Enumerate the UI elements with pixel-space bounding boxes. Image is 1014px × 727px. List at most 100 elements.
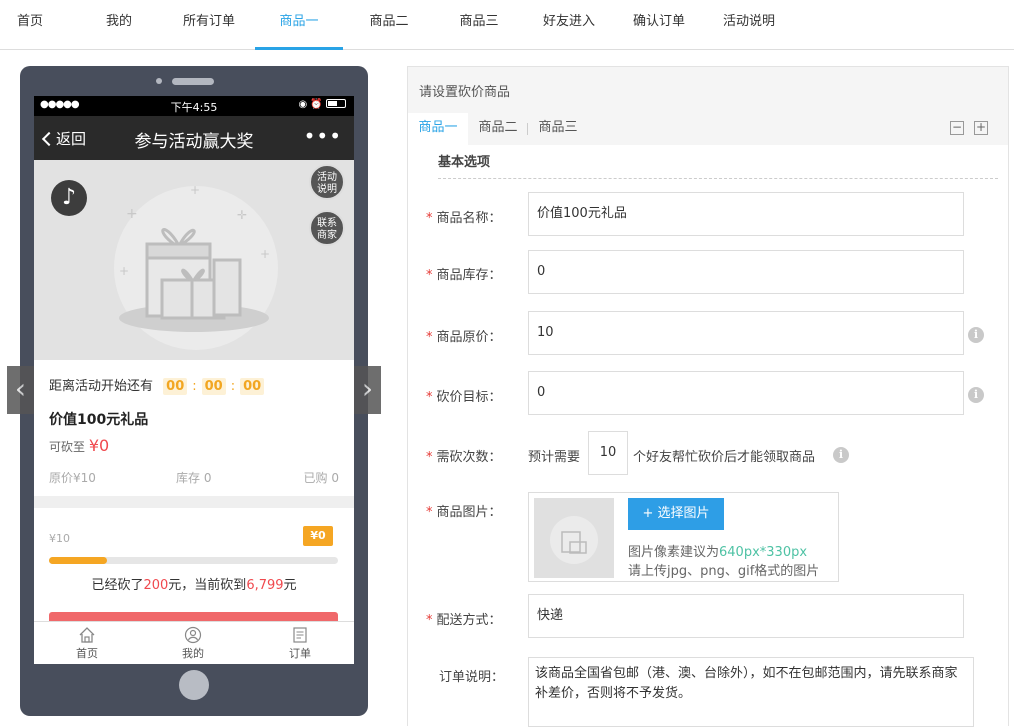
label-text: 商品库存： <box>436 268 502 283</box>
nav-tab-all-orders[interactable]: 所有订单 <box>180 0 238 50</box>
label-text: 砍价目标： <box>436 390 502 405</box>
prev-arrow-icon[interactable]: ‹ <box>7 366 34 414</box>
bottom-nav-label: 我的 <box>182 647 204 660</box>
target-price-input[interactable]: 0 <box>528 371 964 415</box>
product-tabs: 商品一 商品二 商品三 <box>408 113 1008 145</box>
cut-times-prefix: 预计需要 <box>528 450 581 465</box>
order-note-label: 订单说明： <box>439 670 505 685</box>
cut-times-input[interactable]: 10 <box>588 431 628 475</box>
countdown-sep: : <box>230 379 236 394</box>
info-icon[interactable]: i <box>968 387 984 403</box>
sold-count: 已购 0 <box>303 471 339 485</box>
phone-home-button <box>179 670 209 700</box>
label-text: 需砍次数： <box>436 450 502 465</box>
hint-prefix: 图片像素建议为 <box>628 545 720 560</box>
target-price-label: * 砍价目标： <box>426 386 502 405</box>
label-text: 商品图片： <box>436 505 502 520</box>
start-price: ¥10 <box>49 532 70 545</box>
svg-text:+: + <box>260 247 270 261</box>
top-nav: 首页 我的 所有订单 商品一 商品二 商品三 好友进入 确认订单 活动说明 <box>0 0 1014 50</box>
required-mark: * <box>426 505 433 520</box>
product-tab-1[interactable]: 商品一 <box>408 113 468 145</box>
bottom-nav: 首页 我的 订单 <box>34 621 354 664</box>
nav-tab-activity-info[interactable]: 活动说明 <box>720 0 778 50</box>
required-mark: * <box>426 613 433 628</box>
can-cut-price: ¥0 <box>88 436 110 455</box>
collapse-icon[interactable]: − <box>950 121 964 135</box>
countdown-sep: : <box>192 379 197 394</box>
nav-tab-product-3[interactable]: 商品三 <box>457 0 501 50</box>
bottom-nav-home[interactable]: 首页 <box>57 626 117 661</box>
required-mark: * <box>426 450 433 465</box>
stock-input[interactable]: 0 <box>528 250 964 294</box>
delivery-input[interactable]: 快递 <box>528 594 964 638</box>
choose-image-button[interactable]: + 选择图片 <box>628 498 724 530</box>
countdown-minutes: 00 <box>201 378 226 395</box>
status-icons: ◉ ⏰ <box>298 99 346 110</box>
next-arrow-icon[interactable]: › <box>354 366 381 414</box>
info-icon[interactable]: i <box>833 447 849 463</box>
battery-icon <box>326 99 346 108</box>
label-text: 商品原价： <box>436 330 502 345</box>
required-mark: * <box>426 211 433 226</box>
required-mark: * <box>426 268 433 283</box>
cut-amount: 200 <box>143 578 169 593</box>
order-icon <box>293 627 307 643</box>
product-tab-2[interactable]: 商品二 <box>468 113 528 145</box>
section-divider <box>438 178 998 179</box>
product-name: 价值100元礼品 <box>49 412 149 428</box>
svg-text:+: + <box>190 183 200 197</box>
panel-header: 请设置砍价商品 <box>408 67 1008 113</box>
target-price-badge: ¥0 <box>303 526 333 546</box>
nav-tab-product-1[interactable]: 商品一 <box>255 0 343 50</box>
countdown-seconds: 00 <box>240 378 265 395</box>
cut-suffix: 元 <box>283 578 297 593</box>
original-price-label: * 商品原价： <box>426 326 502 345</box>
order-note-textarea[interactable]: 该商品全国省包邮（港、澳、台除外），如不在包邮范围内，请先联系商家补差价，否则将… <box>528 657 974 727</box>
cut-mid: 元，当前砍到 <box>168 578 247 593</box>
hint-size: 640px*330px <box>719 545 808 560</box>
nav-tab-confirm-order[interactable]: 确认订单 <box>630 0 688 50</box>
contact-merchant-button[interactable]: 联系 商家 <box>309 210 345 246</box>
original-price-input[interactable]: 10 <box>528 311 964 355</box>
image-thumbnail <box>534 498 614 578</box>
info-icon[interactable]: i <box>968 327 984 343</box>
cut-progress: ¥10 ¥0 已经砍了200元，当前砍到6,799元 <box>34 508 354 628</box>
status-bar: ●●●●● 下午4:55 ◉ ⏰ <box>34 96 354 116</box>
more-icon[interactable]: ••• <box>304 124 342 148</box>
product-tab-3[interactable]: 商品三 <box>528 113 588 145</box>
bottom-nav-orders[interactable]: 订单 <box>270 626 330 661</box>
nav-tab-product-2[interactable]: 商品二 <box>367 0 411 50</box>
cut-times-label: * 需砍次数： <box>426 446 502 465</box>
original-price: 原价¥10 <box>49 471 96 485</box>
required-mark: * <box>426 330 433 345</box>
settings-panel: 请设置砍价商品 商品一 商品二 商品三 − + 基本选项 * 商品名称： 价值10… <box>407 66 1009 727</box>
app-title-bar: 返回 参与活动赢大奖 ••• <box>34 116 354 160</box>
section-title: 基本选项 <box>438 155 491 170</box>
current-amount: 6,799 <box>246 578 284 593</box>
countdown: 距离活动开始还有 00:00:00 <box>49 375 265 395</box>
product-name-label: * 商品名称： <box>426 207 502 226</box>
status-icon-text: ◉ ⏰ <box>298 99 323 110</box>
cut-summary: 已经砍了200元，当前砍到6,799元 <box>34 574 354 593</box>
nav-tab-mine[interactable]: 我的 <box>104 0 134 50</box>
nav-tab-friend-enter[interactable]: 好友进入 <box>540 0 598 50</box>
phone-preview: ●●●●● 下午4:55 ◉ ⏰ 返回 参与活动赢大奖 ••• + + ✛ + … <box>20 66 368 716</box>
phone-speaker <box>172 78 214 85</box>
nav-tab-home[interactable]: 首页 <box>14 0 46 50</box>
product-info: 距离活动开始还有 00:00:00 价值100元礼品 可砍至 ¥0 原价¥10 … <box>34 360 354 496</box>
user-icon <box>184 626 202 644</box>
activity-rules-button[interactable]: 活动 说明 <box>309 164 345 200</box>
progress-bar <box>49 557 338 564</box>
progress-fill <box>49 557 107 564</box>
expand-icon[interactable]: + <box>974 121 988 135</box>
delivery-label: * 配送方式： <box>426 609 502 628</box>
image-upload-box: + 选择图片 图片像素建议为640px*330px 请上传jpg、png、gif… <box>528 492 839 582</box>
label-text: 商品名称： <box>436 211 502 226</box>
bottom-nav-label: 订单 <box>289 647 311 660</box>
phone-screen: ●●●●● 下午4:55 ◉ ⏰ 返回 参与活动赢大奖 ••• + + ✛ + … <box>34 96 354 664</box>
product-name-input[interactable]: 价值100元礼品 <box>528 192 964 236</box>
bottom-nav-mine[interactable]: 我的 <box>163 626 223 661</box>
music-note-icon[interactable]: ♪ <box>51 180 87 216</box>
required-mark: * <box>426 390 433 405</box>
